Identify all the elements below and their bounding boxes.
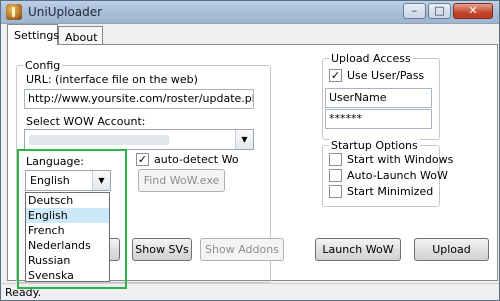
launch-wow-button[interactable]: Launch WoW xyxy=(315,238,401,261)
start-minimized-checkbox[interactable] xyxy=(329,185,342,198)
chevron-down-icon[interactable]: ▼ xyxy=(235,130,253,149)
use-userpass-label: Use User/Pass xyxy=(347,69,425,82)
use-userpass-checkbox[interactable]: ✓ xyxy=(329,69,342,82)
close-button[interactable]: ✕ xyxy=(453,3,493,19)
tab-about[interactable]: About xyxy=(58,26,103,46)
tab-settings[interactable]: Settings xyxy=(7,24,59,45)
upload-button[interactable]: Upload xyxy=(414,238,489,261)
auto-launch-wow-label: Auto-Launch WoW xyxy=(347,169,448,182)
config-group-label: Config xyxy=(23,59,63,72)
find-wow-button[interactable]: Find WoW.exe xyxy=(138,169,225,192)
start-minimized-label: Start Minimized xyxy=(347,185,434,198)
title-bar: UniUploader – □ ✕ xyxy=(1,1,499,24)
url-field[interactable]: http://www.yoursite.com/roster/update.ph… xyxy=(24,89,254,109)
wow-logo-icon xyxy=(6,4,22,20)
checkmark-icon: ✓ xyxy=(330,69,341,82)
upload-access-label: Upload Access xyxy=(329,52,413,65)
window-title: UniUploader xyxy=(28,5,103,19)
username-field[interactable]: UserName xyxy=(325,88,432,108)
startup-options-label: Startup Options xyxy=(329,139,420,152)
show-svs-button[interactable]: Show SVs xyxy=(132,238,192,261)
account-label: Select WOW Account: xyxy=(26,115,146,128)
uploader-window: UniUploader – □ ✕ Settings About Config … xyxy=(0,0,500,301)
wow-account-select[interactable]: ▼ xyxy=(24,129,254,150)
autodetect-checkbox[interactable]: ✓ xyxy=(136,153,149,166)
start-with-windows-label: Start with Windows xyxy=(347,153,454,166)
password-field[interactable]: ****** xyxy=(325,109,432,129)
show-addons-button[interactable]: Show Addons xyxy=(200,238,284,261)
account-value-redacted xyxy=(29,135,169,145)
auto-launch-wow-checkbox[interactable] xyxy=(329,169,342,182)
autodetect-label: auto-detect Wo xyxy=(154,153,239,166)
start-with-windows-checkbox[interactable] xyxy=(329,153,342,166)
maximize-button[interactable]: □ xyxy=(428,3,451,19)
language-highlight-box xyxy=(17,149,127,289)
url-label: URL: (interface file on the web) xyxy=(26,73,198,86)
minimize-button[interactable]: – xyxy=(403,3,426,19)
checkmark-icon: ✓ xyxy=(137,153,148,166)
